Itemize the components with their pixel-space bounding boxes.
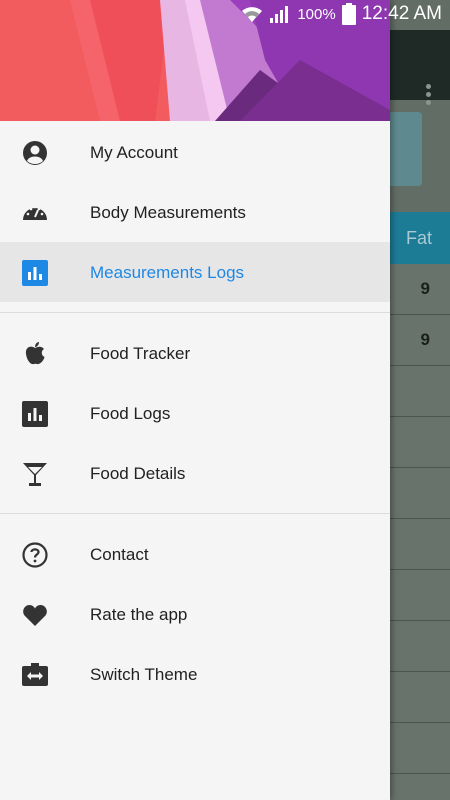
menu-item-rate-the-app[interactable]: Rate the app [0, 584, 390, 644]
speedometer-icon [22, 200, 48, 226]
menu-item-food-details[interactable]: Food Details [0, 443, 390, 503]
menu-item-label: Contact [90, 545, 149, 564]
battery-percent: 100% [297, 5, 336, 23]
bar-chart-icon [22, 401, 48, 427]
help-circle-icon [22, 542, 48, 568]
table-cell: 9 [390, 315, 450, 366]
switch-icon [22, 662, 48, 688]
wifi-icon [242, 7, 263, 22]
menu-item-label: Food Logs [90, 404, 171, 423]
menu-divider [0, 513, 390, 514]
status-bar: 100% 12:42 AM [0, 0, 450, 30]
table-row [390, 723, 450, 774]
menu-item-measurements-logs[interactable]: Measurements Logs [0, 242, 390, 302]
table-row [390, 621, 450, 672]
table-row [390, 366, 450, 417]
account-circle-icon [22, 140, 48, 166]
menu-item-label: Food Tracker [90, 344, 191, 363]
drawer-menu: My Account Body Measurements Measurement… [0, 122, 390, 704]
table-row [390, 417, 450, 468]
menu-item-my-account[interactable]: My Account [0, 122, 390, 182]
menu-item-label: Switch Theme [90, 665, 198, 684]
navigation-drawer: My Account Body Measurements Measurement… [0, 0, 390, 800]
signal-icon [270, 6, 289, 23]
menu-item-contact[interactable]: Contact [0, 524, 390, 584]
menu-item-body-measurements[interactable]: Body Measurements [0, 182, 390, 242]
apple-icon [22, 341, 48, 367]
overflow-menu-icon[interactable] [424, 84, 432, 108]
table-cell: 9 [390, 264, 450, 315]
table-row [390, 519, 450, 570]
heart-icon [22, 602, 48, 628]
table-header-fat: Fat [390, 212, 450, 264]
cocktail-icon [22, 461, 48, 487]
clock: 12:42 AM [361, 3, 442, 24]
table-row [390, 570, 450, 621]
menu-item-food-tracker[interactable]: Food Tracker [0, 323, 390, 383]
menu-item-label: Measurements Logs [90, 263, 245, 282]
battery-icon [341, 3, 356, 25]
menu-item-label: My Account [90, 143, 178, 162]
table-row [390, 774, 450, 800]
menu-item-switch-theme[interactable]: Switch Theme [0, 644, 390, 704]
menu-item-label: Rate the app [90, 605, 188, 624]
table-row [390, 468, 450, 519]
menu-item-label: Food Details [90, 464, 186, 483]
bar-chart-icon [22, 260, 48, 286]
menu-item-label: Body Measurements [90, 203, 246, 222]
menu-item-food-logs[interactable]: Food Logs [0, 383, 390, 443]
table-row [390, 672, 450, 723]
menu-divider [0, 312, 390, 313]
